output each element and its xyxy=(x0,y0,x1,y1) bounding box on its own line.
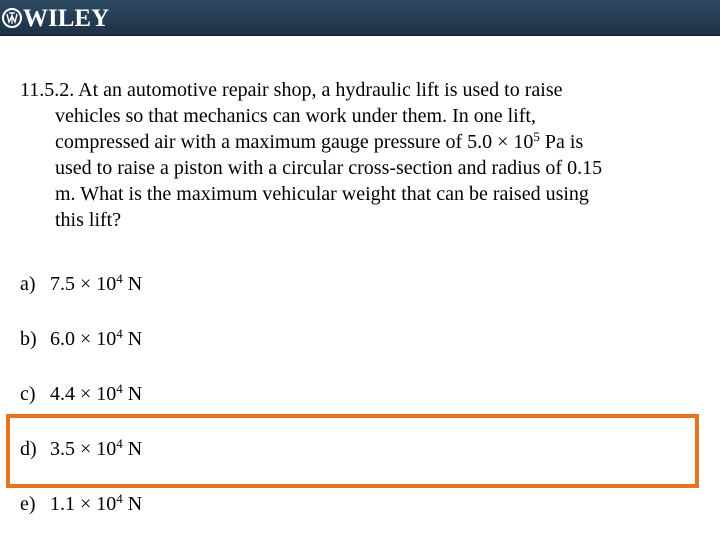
wiley-logo: WILEY xyxy=(2,3,109,33)
brand-name: WILEY xyxy=(23,5,110,32)
question-line-2: vehicles so that mechanics can work unde… xyxy=(55,105,536,127)
answer-option-c[interactable]: c) 4.4 × 104 N xyxy=(20,381,142,407)
answer-option-d[interactable]: d) 3.5 × 104 N xyxy=(20,436,142,462)
answer-option-b[interactable]: b) 6.0 × 104 N xyxy=(20,326,142,352)
question-line-6: this lift? xyxy=(55,209,122,231)
wiley-logo-icon xyxy=(2,8,22,28)
question-line-1: 11.5.2. At an automotive repair shop, a … xyxy=(20,79,563,101)
question-line-5: m. What is the maximum vehicular weight … xyxy=(55,183,589,205)
question-text: 11.5.2. At an automotive repair shop, a … xyxy=(20,77,680,233)
answer-option-a[interactable]: a) 7.5 × 104 N xyxy=(20,271,142,297)
question-number: 11.5.2. xyxy=(20,79,75,101)
question-line-4: used to raise a piston with a circular c… xyxy=(55,157,603,179)
answer-option-e[interactable]: e) 1.1 × 104 N xyxy=(20,491,142,517)
question-line-3: compressed air with a maximum gauge pres… xyxy=(55,129,584,153)
header-bar: WILEY xyxy=(0,0,720,36)
